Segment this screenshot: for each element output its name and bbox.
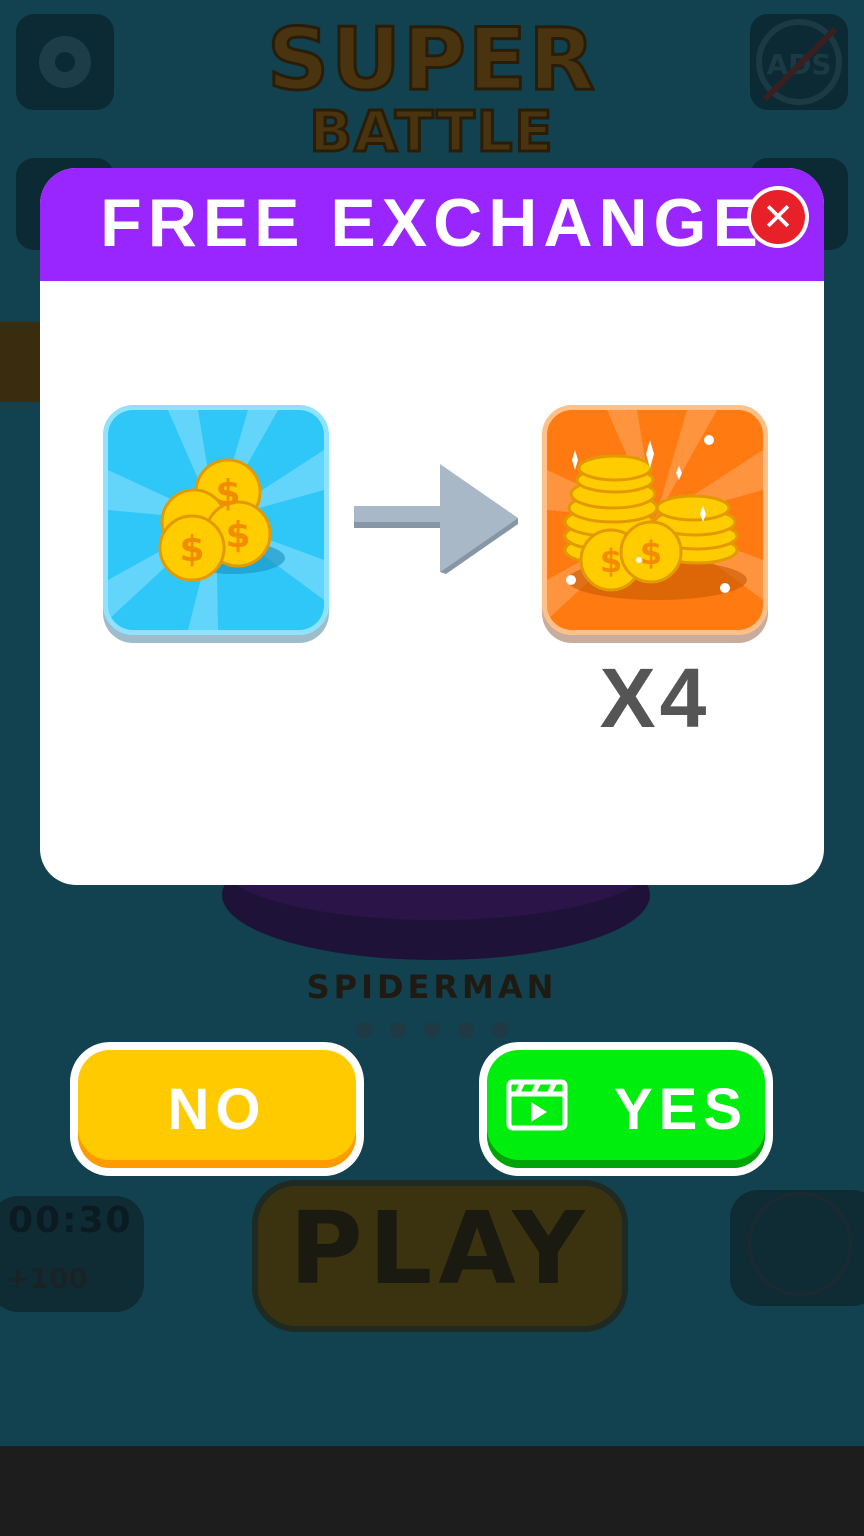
game-title-line2: BATTLE — [308, 99, 555, 167]
coin-stack-small-icon: $ $ $ — [108, 410, 324, 630]
dialog-header: FREE EXCHANGE — [40, 168, 824, 281]
svg-text:$: $ — [640, 534, 662, 572]
svg-text:$: $ — [179, 529, 204, 570]
video-clapper-icon — [506, 1079, 568, 1131]
left-coin-strip — [0, 322, 40, 402]
character-page-dots — [356, 1022, 508, 1038]
game-title-line1: SUPER — [266, 9, 597, 112]
no-button-face[interactable]: NO — [78, 1050, 356, 1168]
no-button[interactable]: NO — [70, 1042, 364, 1176]
exchange-multiplier: X4 — [599, 651, 711, 745]
wheel-icon — [748, 1192, 852, 1296]
yes-watch-ad-button[interactable]: YES — [479, 1042, 773, 1176]
yes-button-face[interactable]: YES — [487, 1050, 765, 1168]
coin-pile-large-icon: $ $ — [547, 410, 763, 620]
character-name: SPIDERMAN — [306, 968, 558, 1006]
play-label: PLAY — [289, 1190, 591, 1307]
timer-text: 00:30 — [8, 1200, 133, 1241]
svg-text:$: $ — [600, 542, 622, 580]
svg-text:$: $ — [215, 473, 240, 514]
yes-button-label: YES — [613, 1076, 749, 1142]
no-button-label: NO — [167, 1076, 267, 1142]
close-button[interactable]: ✕ — [747, 186, 809, 248]
reward-text: +100 — [6, 1262, 88, 1295]
bottom-bar — [0, 1446, 864, 1536]
coins-small-tile: $ $ $ — [103, 405, 329, 635]
dialog-title: FREE EXCHANGE — [100, 185, 764, 261]
arrow-right-icon — [354, 464, 518, 574]
close-icon: ✕ — [751, 190, 805, 244]
coins-large-tile: $ $ — [542, 405, 768, 635]
svg-text:$: $ — [225, 515, 250, 556]
